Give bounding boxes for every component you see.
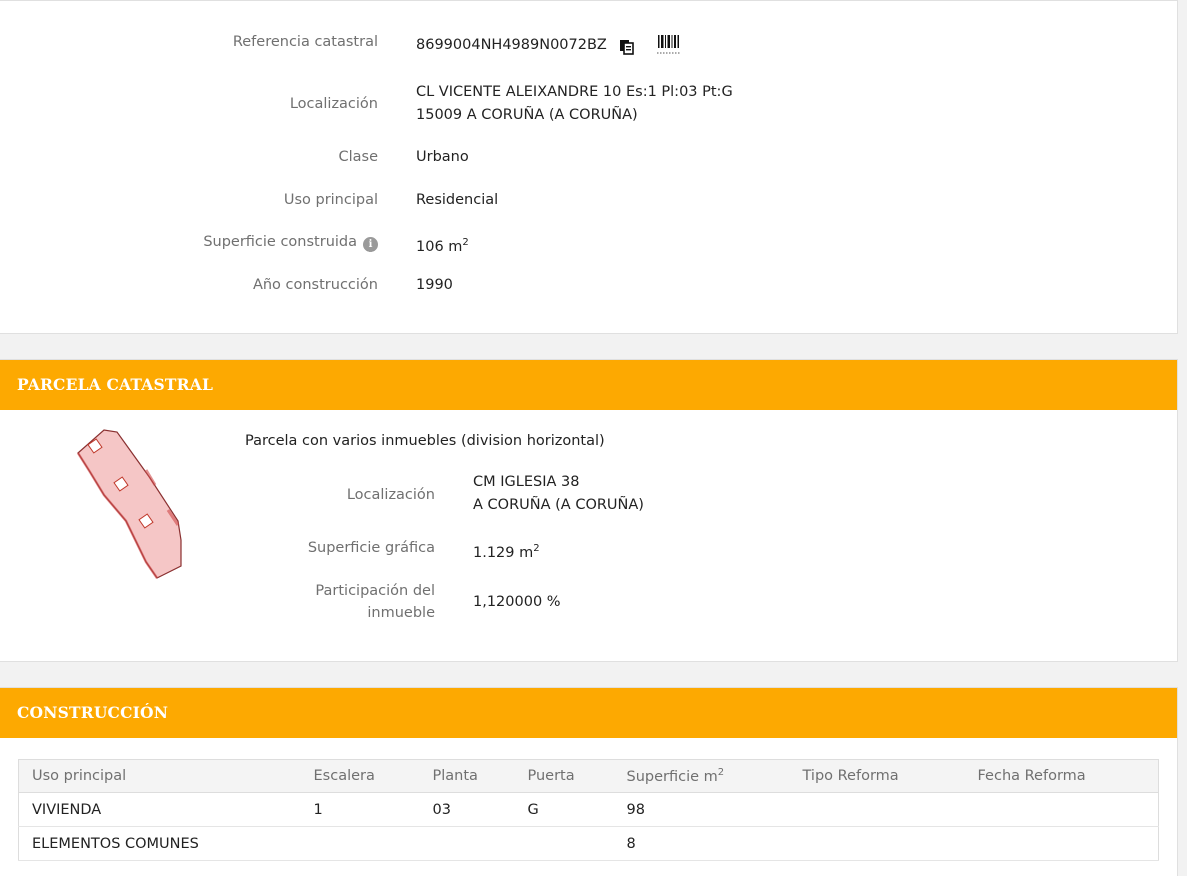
parcela-localizacion-line1: CM IGLESIA 38 — [473, 474, 580, 490]
localizacion-line2: 15009 A CORUÑA (A CORUÑA) — [416, 107, 638, 123]
cell-planta: 03 — [419, 792, 515, 827]
cell-fecha-reforma — [964, 792, 1159, 827]
cell-puerta — [514, 826, 614, 861]
cell-superficie: 8 — [613, 826, 790, 861]
parcela-localizacion-line2: A CORUÑA (A CORUÑA) — [473, 497, 644, 513]
parcela-superficie-value: 1.129 m2 — [473, 537, 540, 565]
col-superficie-text: Superficie m — [626, 768, 718, 785]
cell-puerta: G — [514, 792, 614, 827]
uso-value: Residencial — [416, 192, 499, 208]
localizacion-label: Localización — [289, 96, 378, 112]
parcela-superficie-label: Superficie gráfica — [307, 540, 435, 556]
parcela-header: PARCELA CATASTRAL — [0, 360, 1177, 410]
parcela-map-image[interactable] — [60, 420, 210, 600]
superficie-unit-sup: 2 — [462, 237, 469, 248]
cell-tipo-reforma — [789, 792, 965, 827]
anio-label: Año construcción — [252, 277, 378, 293]
col-uso-principal: Uso principal — [18, 759, 301, 793]
superficie-value: 106 m2 — [416, 231, 469, 259]
col-tipo-reforma: Tipo Reforma — [789, 759, 965, 793]
uso-label: Uso principal — [283, 192, 378, 208]
parcela-descripcion: Parcela con varios inmuebles (division h… — [245, 433, 605, 449]
referencia-value[interactable]: 8699004NH4989N0072BZ — [416, 34, 607, 57]
cell-escalera: 1 — [300, 792, 420, 827]
superficie-label: Superficie construida i — [203, 231, 378, 253]
col-fecha-reforma: Fecha Reforma — [964, 759, 1159, 793]
parcela-localizacion-label: Localización — [346, 487, 435, 503]
table-row: VIVIENDA 1 03 G 98 — [18, 792, 1159, 827]
col-puerta: Puerta — [514, 759, 614, 793]
localizacion-line1: CL VICENTE ALEIXANDRE 10 Es:1 Pl:03 Pt:G — [416, 84, 733, 100]
parcela-superficie-unit-sup: 2 — [533, 543, 540, 554]
participacion-label-line1: Participación del — [315, 583, 435, 599]
cell-escalera — [300, 826, 420, 861]
cell-uso: ELEMENTOS COMUNES — [18, 826, 301, 861]
barcode-icon[interactable] — [656, 33, 682, 55]
col-superficie: Superficie m2 — [613, 759, 790, 793]
copy-icon[interactable] — [619, 39, 635, 55]
participacion-value: 1,120000 % — [473, 594, 561, 610]
cell-fecha-reforma — [964, 826, 1159, 861]
parcela-superficie-value-text: 1.129 m — [473, 544, 534, 561]
superficie-label-text: Superficie construida — [203, 234, 357, 250]
clase-value: Urbano — [416, 149, 469, 165]
construccion-header: CONSTRUCCIÓN — [0, 688, 1177, 738]
table-row: ELEMENTOS COMUNES 8 — [18, 826, 1159, 861]
col-escalera: Escalera — [300, 759, 420, 793]
table-header-row: Uso principal Escalera Planta Puerta Sup… — [18, 759, 1159, 793]
col-superficie-sup: 2 — [717, 767, 725, 779]
referencia-label: Referencia catastral — [232, 34, 378, 50]
cell-tipo-reforma — [789, 826, 965, 861]
col-planta: Planta — [419, 759, 515, 793]
superficie-value-text: 106 m — [416, 238, 463, 255]
participacion-label-line2: inmueble — [367, 605, 435, 621]
construccion-table: Uso principal Escalera Planta Puerta Sup… — [18, 759, 1159, 861]
cell-planta — [419, 826, 515, 861]
cell-superficie: 98 — [613, 792, 790, 827]
clase-label: Clase — [338, 149, 378, 165]
cell-uso: VIVIENDA — [18, 792, 301, 827]
anio-value: 1990 — [416, 277, 453, 293]
datos-inmueble-panel: Referencia catastral 8699004NH4989N0072B… — [0, 0, 1178, 334]
info-icon[interactable]: i — [363, 237, 378, 252]
